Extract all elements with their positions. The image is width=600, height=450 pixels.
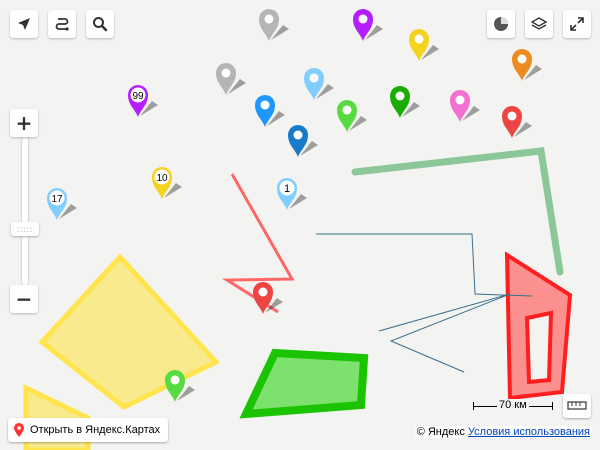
placemark[interactable] <box>253 282 283 314</box>
traffic-button[interactable] <box>487 10 515 38</box>
zoom-in-button[interactable]: + <box>10 109 38 137</box>
placemark[interactable] <box>512 49 542 81</box>
placemark[interactable] <box>216 63 246 95</box>
placemark[interactable] <box>450 90 480 122</box>
yellow-polygon[interactable] <box>38 253 221 410</box>
ruler-button[interactable] <box>563 394 591 418</box>
placemark[interactable]: 99 <box>128 85 158 117</box>
blue-polyline-2[interactable] <box>378 293 511 373</box>
search-button[interactable] <box>86 10 114 38</box>
scale-label: 70 км <box>497 399 529 411</box>
zoom-slider-track[interactable] <box>22 137 28 285</box>
geolocation-button[interactable] <box>10 10 38 38</box>
placemark-label: 1 <box>284 183 290 195</box>
green-polygon[interactable] <box>239 348 369 419</box>
fullscreen-button[interactable] <box>563 10 591 38</box>
route-icon <box>55 18 69 31</box>
copyright: © Яндекс Условия использования <box>414 426 592 438</box>
placemark[interactable] <box>502 106 532 138</box>
placemark-label: 99 <box>132 91 144 102</box>
placemark[interactable] <box>337 100 367 132</box>
terms-link[interactable]: Условия использования <box>468 426 590 438</box>
layers-button[interactable] <box>525 10 553 38</box>
blue-polyline-1[interactable] <box>316 233 533 297</box>
map-canvas[interactable]: 99 10 1 17 + ::::: − Открыть в Яндекс.Ка… <box>0 0 600 450</box>
placemark[interactable] <box>255 95 285 127</box>
placemark-label: 17 <box>51 194 63 205</box>
open-in-yandex-maps-link[interactable]: Открыть в Яндекс.Картах <box>8 418 169 442</box>
placemark[interactable] <box>390 86 420 118</box>
fullscreen-icon <box>570 17 584 31</box>
search-icon <box>93 17 108 32</box>
placemark[interactable] <box>288 125 318 157</box>
placemark[interactable] <box>353 9 383 41</box>
traffic-icon <box>494 17 508 31</box>
green-polyline[interactable] <box>351 147 564 276</box>
placemark[interactable]: 1 <box>277 178 307 210</box>
open-link-label: Открыть в Яндекс.Картах <box>30 424 161 436</box>
map-pin-icon <box>14 423 24 437</box>
placemark[interactable] <box>304 68 334 100</box>
placemark[interactable] <box>259 9 289 41</box>
route-button[interactable] <box>48 10 76 38</box>
ruler-icon <box>567 401 587 410</box>
placemark[interactable]: 17 <box>47 188 77 220</box>
layers-icon <box>530 17 548 30</box>
placemark[interactable] <box>409 29 439 61</box>
geolocation-icon <box>18 18 30 30</box>
zoom-slider-handle[interactable]: ::::: <box>11 222 39 236</box>
placemark-label: 10 <box>156 173 168 184</box>
map-overlays: 99 10 1 17 <box>23 9 573 450</box>
zoom-out-button[interactable]: − <box>10 285 38 313</box>
red-polygon[interactable] <box>504 251 573 401</box>
scale-bar: 70 км <box>473 399 553 415</box>
copyright-text: © Яндекс <box>416 426 465 438</box>
placemark[interactable]: 10 <box>152 167 182 199</box>
